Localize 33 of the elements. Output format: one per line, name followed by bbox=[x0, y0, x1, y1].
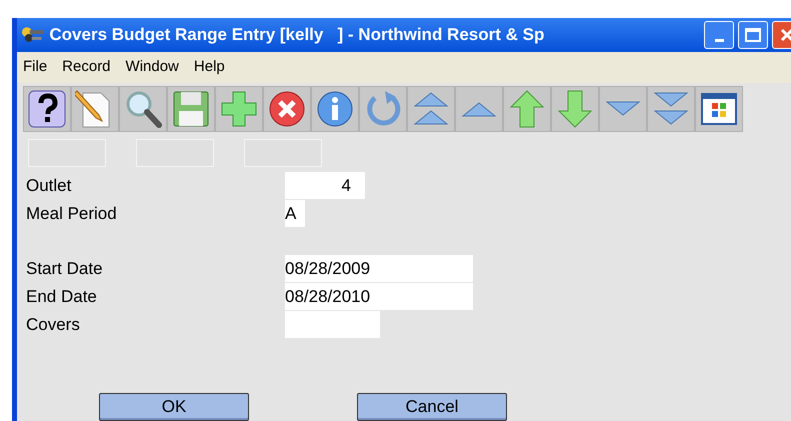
minimize-button[interactable] bbox=[704, 21, 734, 49]
delete-icon bbox=[267, 89, 307, 129]
close-icon bbox=[780, 28, 791, 42]
input-field[interactable]: 08/28/2010 bbox=[285, 283, 473, 310]
down-arrow-icon bbox=[555, 89, 595, 129]
field-label: Start Date bbox=[26, 258, 104, 280]
menu-item[interactable]: Help bbox=[194, 56, 225, 79]
input-field[interactable] bbox=[285, 311, 380, 338]
menu-item[interactable]: Record bbox=[62, 56, 111, 79]
field-label: Covers bbox=[26, 314, 81, 336]
input-field[interactable]: 4 bbox=[285, 172, 365, 199]
menu-item[interactable]: Window bbox=[126, 56, 179, 79]
toolbar-button[interactable] bbox=[695, 86, 743, 132]
field-label: End Date bbox=[26, 286, 98, 308]
toolbar-button[interactable] bbox=[263, 86, 311, 132]
field-label: Meal Period bbox=[26, 202, 118, 225]
minimize-icon bbox=[714, 39, 724, 42]
menu-item[interactable]: File bbox=[23, 56, 48, 79]
window-title: Covers Budget Range Entry [kelly ] - Northwind Resort & Sp bbox=[49, 24, 546, 46]
field-label: Outlet bbox=[26, 174, 72, 197]
up-arrow-icon bbox=[507, 89, 547, 129]
plus-icon bbox=[219, 89, 259, 129]
dialog-button[interactable]: OK bbox=[99, 393, 249, 421]
info-icon bbox=[315, 89, 355, 129]
toolbar-button[interactable] bbox=[311, 86, 359, 132]
dialog-button[interactable]: Cancel bbox=[357, 393, 507, 421]
question-mark-icon bbox=[27, 89, 67, 129]
maximize-button[interactable] bbox=[738, 21, 768, 49]
input-field[interactable]: A bbox=[285, 200, 305, 227]
toolbar-button[interactable] bbox=[23, 86, 71, 132]
toolbar-button[interactable] bbox=[119, 86, 167, 132]
maximize-icon bbox=[745, 28, 761, 42]
input-field[interactable]: 08/28/2009 bbox=[285, 255, 473, 282]
